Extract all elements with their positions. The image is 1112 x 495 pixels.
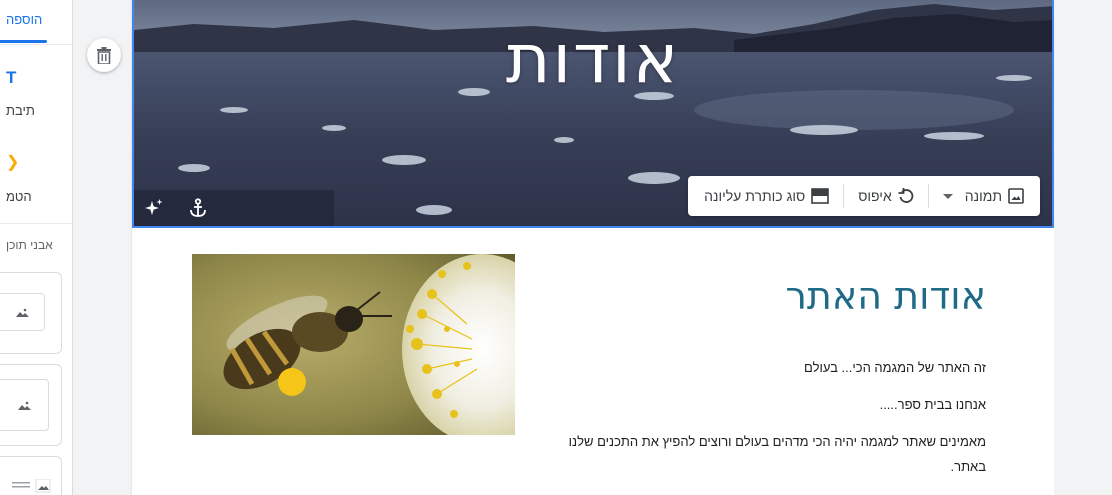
text-box-label[interactable]: תיבת bbox=[6, 103, 35, 118]
layout-card-text-image[interactable] bbox=[0, 456, 62, 495]
header-type-icon bbox=[811, 188, 830, 204]
paragraph[interactable]: זה האתר של המגמה הכי... בעולם bbox=[804, 360, 986, 375]
paragraph[interactable]: אנחנו בבית ספר..... bbox=[880, 397, 986, 412]
paragraph[interactable]: מאמינים שאתר למגמה יהיה הכי מדהים בעולם … bbox=[569, 434, 986, 449]
insert-panel: הוספה T תיבת ❯ הטמ אבני תוכן bbox=[0, 0, 73, 495]
site-page-canvas: אודות תמונה איפוס סוג כותרת עליונה אודות… bbox=[132, 0, 1054, 495]
toolbar-divider bbox=[843, 184, 845, 208]
embed-label[interactable]: הטמ bbox=[6, 189, 32, 204]
theme-sparkle-button[interactable] bbox=[142, 196, 166, 220]
divider bbox=[0, 223, 72, 224]
layout-image-placeholder bbox=[0, 379, 49, 431]
anchor-link-button[interactable] bbox=[186, 196, 210, 220]
image-icon bbox=[18, 401, 31, 410]
image-label: תמונה bbox=[964, 188, 1002, 204]
reset-icon bbox=[898, 188, 914, 203]
content-blocks-heading: אבני תוכן bbox=[6, 238, 53, 252]
bee-flower-image[interactable] bbox=[192, 254, 515, 435]
bee-photo bbox=[192, 254, 515, 435]
header-toolbar: תמונה איפוס סוג כותרת עליונה bbox=[688, 176, 1040, 216]
layout-card-image[interactable] bbox=[0, 272, 62, 354]
change-image-dropdown[interactable]: תמונה bbox=[935, 176, 1032, 216]
chevron-down-icon bbox=[942, 193, 953, 199]
header-title[interactable]: אודות bbox=[134, 20, 1052, 99]
reset-button[interactable]: איפוס bbox=[850, 176, 922, 216]
text-box-icon[interactable]: T bbox=[6, 68, 16, 88]
sparkle-icon bbox=[145, 199, 163, 215]
header-type-button[interactable]: סוג כותרת עליונה bbox=[696, 176, 837, 216]
trash-icon bbox=[97, 46, 111, 64]
image-icon bbox=[1008, 188, 1024, 204]
right-gutter bbox=[1054, 0, 1112, 495]
delete-section-button[interactable] bbox=[87, 38, 121, 72]
text-image-layout-icon bbox=[12, 479, 51, 493]
anchor-icon bbox=[190, 198, 206, 217]
divider bbox=[0, 44, 72, 45]
embed-icon[interactable]: ❯ bbox=[6, 152, 19, 172]
tab-underline bbox=[0, 40, 47, 43]
reset-label: איפוס bbox=[858, 188, 892, 204]
content-title[interactable]: אודות האתר bbox=[785, 274, 986, 318]
header-banner[interactable]: אודות תמונה איפוס סוג כותרת עליונה bbox=[132, 0, 1054, 228]
header-quick-actions bbox=[142, 196, 210, 220]
toolbar-divider bbox=[927, 184, 929, 208]
image-icon bbox=[16, 308, 29, 317]
tab-insert[interactable]: הוספה bbox=[6, 12, 50, 27]
header-type-label: סוג כותרת עליונה bbox=[704, 188, 806, 204]
layout-image-placeholder bbox=[0, 293, 45, 331]
paragraph[interactable]: באתר. bbox=[951, 459, 986, 474]
layout-card-image-large[interactable] bbox=[0, 364, 62, 446]
